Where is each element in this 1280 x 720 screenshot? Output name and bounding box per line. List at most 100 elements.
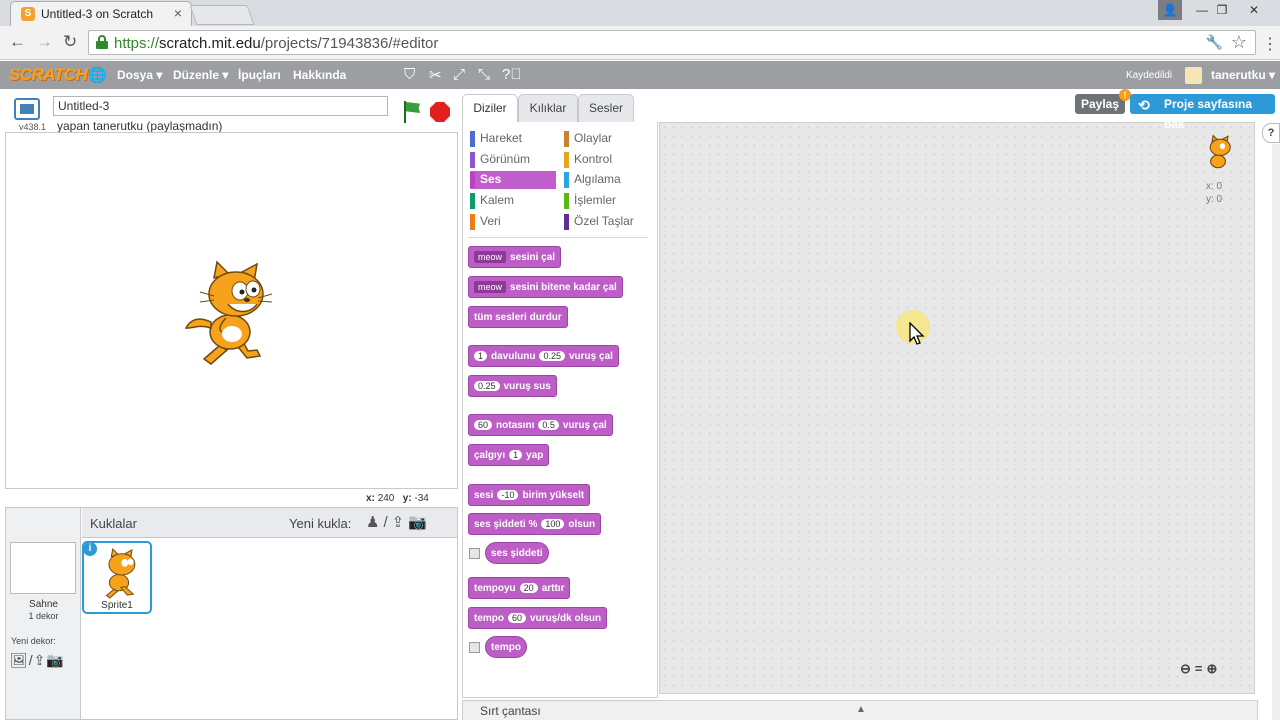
- category-operators[interactable]: İşlemler: [564, 192, 650, 209]
- upload-backdrop-icon[interactable]: ⇪: [34, 652, 47, 668]
- new-backdrop-label: Yeni dekor:: [11, 636, 56, 646]
- sprite-pane: Sahne 1 dekor Yeni dekor: 🖼/⇪📷 Kuklalar …: [5, 507, 458, 720]
- cat-corner-icon: [1209, 134, 1231, 169]
- sprite-card[interactable]: i Sprite1: [82, 541, 152, 614]
- bookmark-star-icon[interactable]: ☆: [1231, 32, 1247, 53]
- page-scrollbar[interactable]: [1272, 144, 1280, 720]
- project-title-input[interactable]: [53, 96, 388, 116]
- stage-name: Sahne: [29, 599, 58, 610]
- restore-icon[interactable]: ❐: [1210, 0, 1234, 20]
- expand-arrow-icon[interactable]: ▲: [856, 704, 866, 715]
- browser-menu-icon[interactable]: ⋮: [1262, 34, 1278, 54]
- editor-tabs: Diziler Kılıklar Sesler: [462, 92, 656, 123]
- category-more-blocks[interactable]: Özel Taşlar: [564, 213, 650, 230]
- mouse-coordinates: x: 240 y: -34: [366, 493, 429, 504]
- browser-tab[interactable]: S Untitled-3 on Scratch ×: [10, 1, 192, 26]
- tempo-checkbox[interactable]: [469, 642, 480, 653]
- camera-sprite-icon[interactable]: 📷: [408, 514, 431, 531]
- scratch-logo[interactable]: SCRATCH: [9, 65, 88, 85]
- address-bar[interactable]: https://scratch.mit.edu/projects/7194383…: [88, 30, 1256, 55]
- category-motion[interactable]: Hareket: [470, 130, 556, 147]
- block-change-tempo[interactable]: tempoyu 20 arttır: [468, 577, 571, 599]
- help-block-icon[interactable]: ?⃝: [502, 66, 522, 83]
- info-icon[interactable]: i: [83, 542, 97, 556]
- volume-checkbox[interactable]: [469, 548, 480, 559]
- extension-icon[interactable]: 🔧: [1206, 34, 1223, 51]
- backpack-bar[interactable]: Sırt çantası ▲: [462, 700, 1258, 720]
- grow-icon[interactable]: ⤢: [453, 66, 465, 83]
- category-data[interactable]: Veri: [470, 213, 556, 230]
- scripts-area[interactable]: [659, 122, 1255, 694]
- project-byline: yapan tanerutku (paylaşmadın): [57, 119, 223, 133]
- sprite-library-icon[interactable]: ♟: [366, 514, 383, 531]
- zoom-in-icon[interactable]: ⊕: [1207, 661, 1222, 676]
- user-avatar[interactable]: [1185, 67, 1202, 84]
- reload-icon[interactable]: ↻: [63, 32, 77, 52]
- username-menu[interactable]: tanerutku ▾: [1211, 68, 1275, 82]
- category-sound[interactable]: Ses: [470, 171, 556, 189]
- block-set-volume[interactable]: ses şiddeti % 100 olsun: [468, 513, 602, 535]
- profile-icon[interactable]: 👤: [1158, 0, 1182, 20]
- block-play-drum[interactable]: 1 davulunu 0.25 vuruş çal: [468, 345, 619, 367]
- category-events[interactable]: Olaylar: [564, 130, 650, 147]
- block-play-note[interactable]: 60 notasını 0.5 vuruş çal: [468, 414, 613, 436]
- cat-sprite[interactable]: [184, 258, 276, 366]
- menu-tips[interactable]: İpuçları: [238, 68, 281, 82]
- category-pen[interactable]: Kalem: [470, 192, 556, 209]
- menu-edit[interactable]: Düzenle ▾: [173, 68, 228, 82]
- language-globe-icon[interactable]: 🌐: [88, 66, 107, 84]
- see-project-page-button[interactable]: ⟲ Proje sayfasına bak: [1130, 94, 1275, 131]
- menu-file[interactable]: Dosya ▾: [117, 68, 162, 82]
- sprites-label: Kuklalar: [90, 516, 137, 531]
- green-flag-icon[interactable]: [402, 101, 422, 123]
- category-looks[interactable]: Görünüm: [470, 151, 556, 168]
- backdrop-library-icon[interactable]: 🖼: [10, 652, 29, 668]
- stage-header: v438.1 yapan tanerutku (paylaşmadın): [5, 92, 458, 133]
- secure-lock-icon: [96, 35, 108, 49]
- window-close-icon[interactable]: ✕: [1232, 0, 1276, 20]
- upload-sprite-icon[interactable]: ⇪: [392, 514, 409, 531]
- new-sprite-label: Yeni kukla:: [289, 516, 352, 531]
- duplicate-stamp-icon[interactable]: ⛉: [404, 66, 415, 83]
- refresh-arrows-icon: ⟲: [1138, 97, 1150, 113]
- stage-canvas[interactable]: [5, 132, 458, 489]
- shrink-icon[interactable]: ⤡: [478, 66, 490, 83]
- block-rest[interactable]: 0.25 vuruş sus: [468, 375, 557, 397]
- stop-sign-icon[interactable]: [430, 102, 450, 122]
- sprite-x: x: 0: [1206, 181, 1223, 192]
- new-tab-button[interactable]: [189, 5, 255, 25]
- block-set-tempo[interactable]: tempo 60 vuruş/dk olsun: [468, 607, 608, 629]
- zoom-reset-icon[interactable]: =: [1195, 661, 1207, 676]
- stage-thumbnail[interactable]: [10, 542, 76, 594]
- backdrop-tools: 🖼/⇪📷: [10, 652, 65, 669]
- category-sensing[interactable]: Algılama: [564, 171, 650, 188]
- reporter-volume[interactable]: ses şiddeti: [485, 542, 549, 564]
- save-status: Kaydedildi: [1126, 70, 1173, 81]
- block-play-sound-until-done[interactable]: meow sesini bitene kadar çal: [468, 276, 623, 298]
- stage-column: Sahne 1 dekor Yeni dekor: 🖼/⇪📷: [6, 508, 81, 719]
- scratch-menubar: SCRATCH 🌐 Dosya ▾ Düzenle ▾ İpuçları Hak…: [0, 61, 1280, 89]
- camera-backdrop-icon[interactable]: 📷: [46, 652, 64, 668]
- tab-sounds[interactable]: Sesler: [578, 94, 634, 122]
- sprite-tools: ♟/⇪📷: [366, 513, 431, 531]
- block-change-volume[interactable]: sesi -10 birim yükselt: [468, 484, 591, 506]
- tab-scripts[interactable]: Diziler: [462, 94, 518, 123]
- url-text: https://scratch.mit.edu/projects/7194383…: [114, 35, 439, 52]
- block-play-sound[interactable]: meow sesini çal: [468, 246, 562, 268]
- category-control[interactable]: Kontrol: [564, 151, 650, 168]
- help-tab-button[interactable]: ?: [1262, 123, 1280, 143]
- delete-scissors-icon[interactable]: ✂: [429, 66, 442, 84]
- current-sprite-info: x: 0 y: 0: [1200, 134, 1242, 205]
- fullscreen-icon[interactable]: [14, 98, 40, 120]
- block-stop-all-sounds[interactable]: tüm sesleri durdur: [468, 306, 568, 328]
- block-set-instrument[interactable]: çalgıyı 1 yap: [468, 444, 550, 466]
- tab-close-icon[interactable]: ×: [174, 5, 182, 21]
- back-icon[interactable]: ←: [9, 32, 26, 52]
- menu-about[interactable]: Hakkında: [293, 68, 346, 82]
- reporter-tempo[interactable]: tempo: [485, 636, 527, 658]
- share-button[interactable]: Paylaş !: [1075, 89, 1131, 114]
- tab-costumes[interactable]: Kılıklar: [518, 94, 578, 122]
- zoom-out-icon[interactable]: ⊖: [1180, 661, 1195, 676]
- paint-sprite-icon[interactable]: /: [383, 514, 391, 531]
- forward-icon[interactable]: →: [36, 32, 53, 52]
